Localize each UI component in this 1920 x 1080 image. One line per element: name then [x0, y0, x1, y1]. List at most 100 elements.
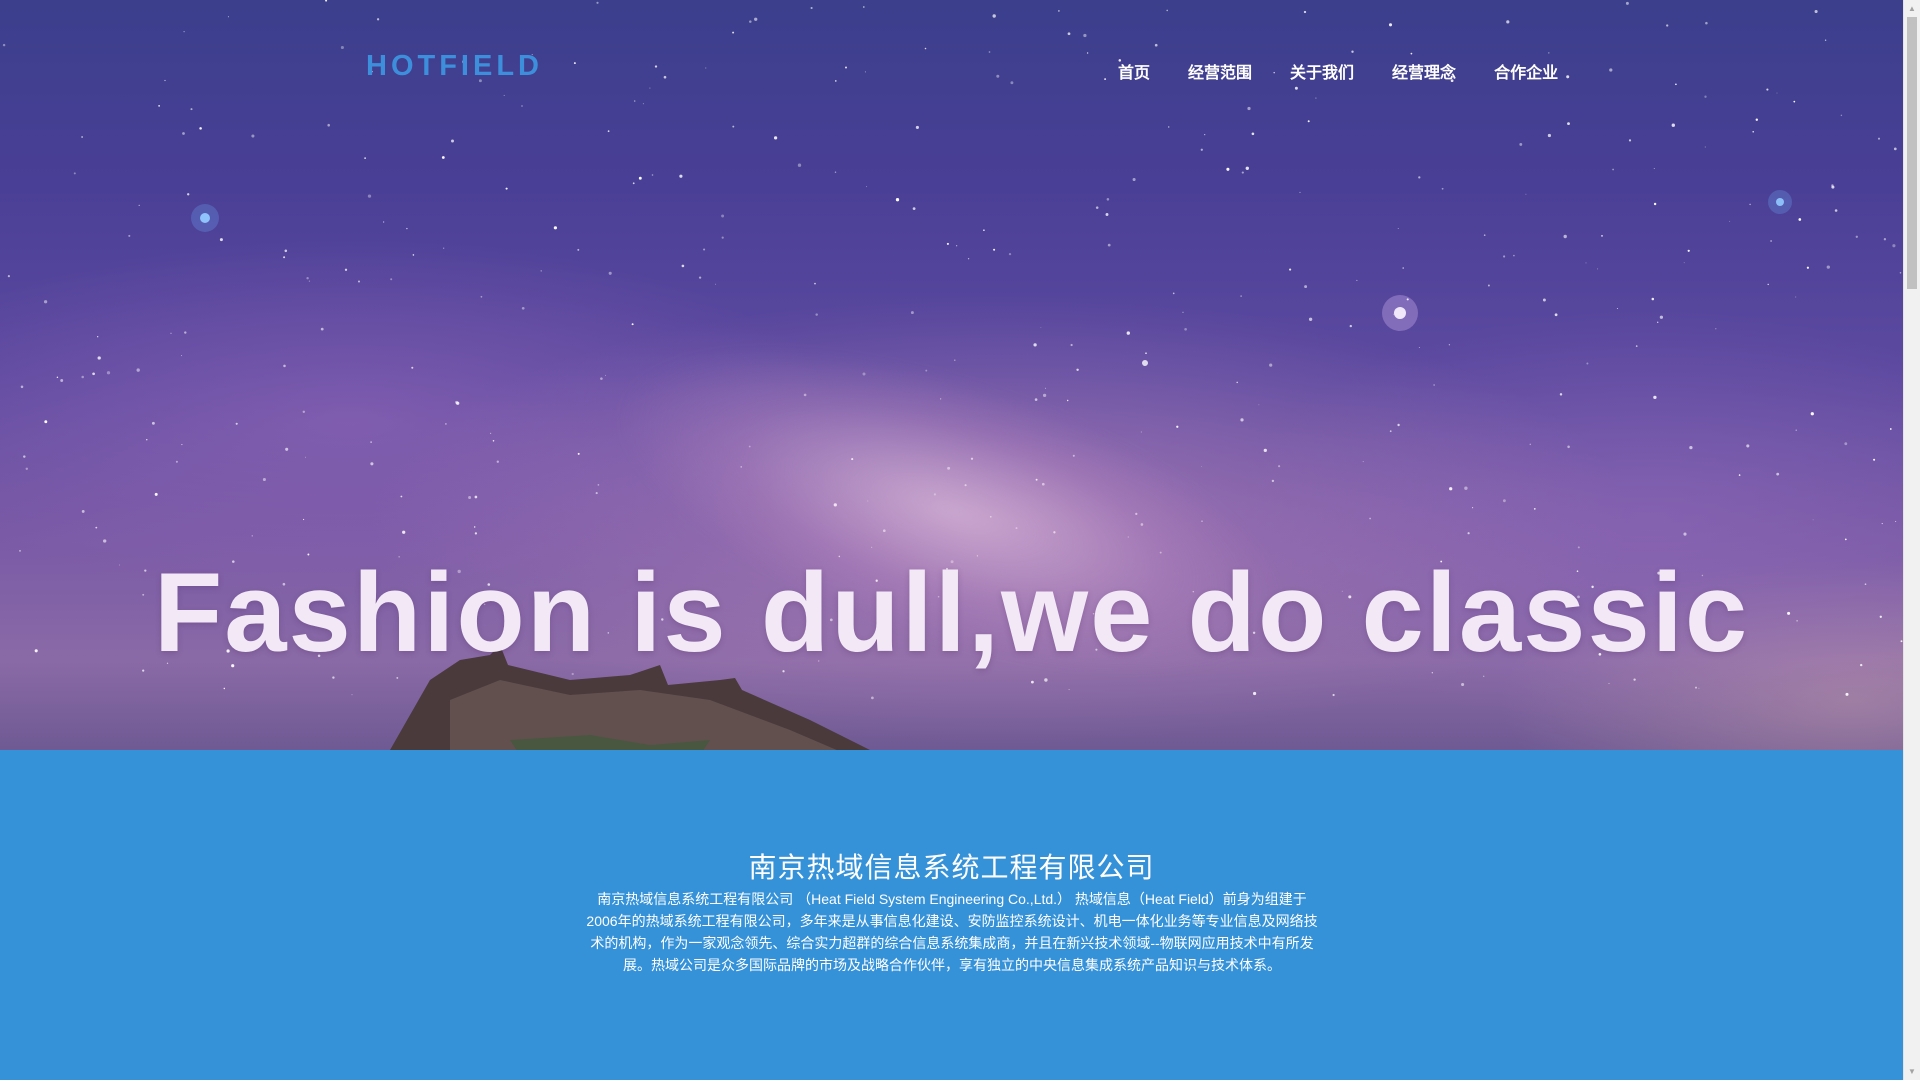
star: [97, 356, 101, 360]
star: [106, 371, 111, 375]
star: [151, 421, 155, 425]
star: [1698, 687, 1700, 689]
star: [1105, 213, 1109, 216]
star: [1657, 321, 1659, 323]
star: [1369, 517, 1371, 520]
star: [262, 477, 266, 482]
star: [810, 6, 813, 10]
nav-item-home[interactable]: 首页: [1118, 59, 1150, 83]
star: [1893, 147, 1897, 151]
star: [1066, 399, 1069, 402]
star: [721, 236, 724, 239]
star: [1095, 206, 1099, 209]
star: [1010, 81, 1014, 85]
star: [749, 20, 752, 23]
star: [983, 229, 985, 232]
star: [1767, 283, 1769, 286]
star: [182, 132, 185, 135]
star: [73, 172, 76, 175]
star: [866, 186, 868, 188]
star: [1547, 133, 1551, 138]
star: [285, 447, 289, 451]
nav-item-partners[interactable]: 合作企业: [1494, 59, 1558, 83]
star: [1513, 254, 1515, 257]
star: [1612, 168, 1614, 171]
star: [1597, 268, 1599, 270]
star: [81, 375, 84, 379]
star: [1044, 387, 1047, 389]
star: [1608, 683, 1610, 685]
star: [1258, 404, 1260, 406]
star: [1628, 139, 1632, 142]
star: [910, 311, 914, 315]
star: [81, 509, 85, 513]
star: [1749, 203, 1751, 206]
scroll-down-icon[interactable]: ▼: [1904, 1063, 1920, 1080]
star: [1245, 166, 1249, 170]
scroll-thumb[interactable]: [1907, 17, 1917, 289]
star: [1554, 313, 1558, 317]
star: [1766, 88, 1769, 91]
star: [344, 268, 348, 271]
star: [1263, 448, 1267, 453]
star: [306, 277, 309, 280]
nav-item-philosophy[interactable]: 经营理念: [1392, 59, 1456, 83]
star: [1184, 327, 1187, 331]
company-title: 南京热域信息系统工程有限公司: [748, 851, 1155, 884]
star: [1529, 443, 1532, 446]
star: [1826, 265, 1830, 269]
star: [679, 174, 683, 178]
star: [43, 300, 48, 304]
star: [1332, 693, 1335, 697]
star: [92, 372, 95, 376]
star: [633, 100, 636, 102]
star: [164, 79, 166, 82]
star: [351, 694, 353, 696]
star: [364, 157, 366, 159]
star: [505, 187, 508, 190]
star: [56, 376, 59, 379]
star: [489, 432, 492, 435]
star: [1563, 234, 1567, 239]
star: [1715, 328, 1717, 330]
star: [411, 366, 414, 369]
vertical-scrollbar[interactable]: ▲ ▼: [1903, 0, 1920, 1080]
star: [1058, 10, 1060, 12]
star: [1269, 363, 1273, 367]
star: [698, 276, 702, 279]
star: [1653, 202, 1657, 206]
star: [967, 258, 970, 260]
nav-item-business-scope[interactable]: 经营范围: [1188, 59, 1252, 83]
star: [1145, 352, 1147, 355]
star: [654, 65, 658, 68]
star: [473, 526, 476, 528]
star: [681, 264, 685, 268]
logo[interactable]: HOTFIELD: [366, 50, 543, 83]
star: [797, 163, 802, 167]
nav-item-about-us[interactable]: 关于我们: [1290, 59, 1354, 83]
star: [370, 462, 374, 466]
star: [95, 526, 98, 529]
star: [946, 242, 949, 245]
star: [1402, 267, 1404, 269]
hero-headline: Fashion is dull,we do classic: [153, 550, 1750, 675]
star: [1795, 296, 1797, 298]
star: [814, 282, 816, 285]
star: [1810, 412, 1814, 416]
scroll-up-icon[interactable]: ▲: [1904, 0, 1920, 17]
star: [1776, 92, 1778, 94]
star: [474, 532, 478, 535]
star: [1154, 43, 1158, 47]
star: [1666, 24, 1669, 27]
star: [577, 452, 580, 455]
star: [441, 156, 445, 159]
star: [1798, 218, 1802, 221]
star: [773, 136, 778, 140]
star: [1410, 52, 1413, 55]
star: [1349, 324, 1352, 328]
star: [1844, 442, 1848, 446]
star: [1483, 234, 1486, 236]
star: [1503, 255, 1506, 258]
star: [412, 254, 415, 256]
star: [97, 336, 99, 338]
